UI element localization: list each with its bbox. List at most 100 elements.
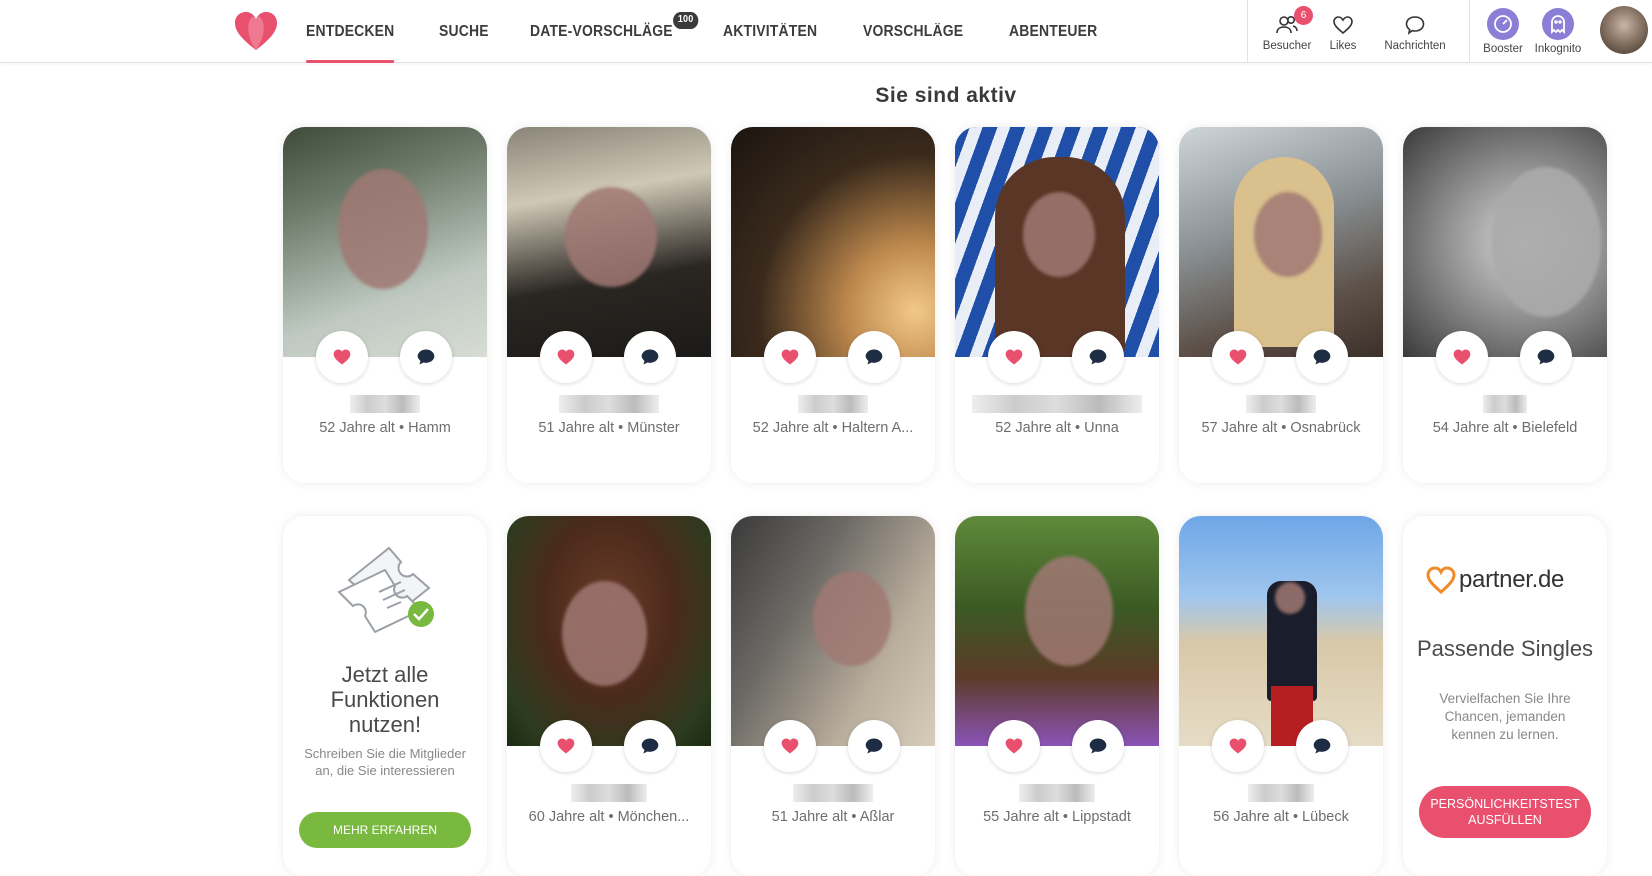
like-button[interactable] xyxy=(316,331,368,383)
name-blurred xyxy=(1179,395,1383,413)
profile-card[interactable]: 51 Jahre alt • Aßlar xyxy=(731,516,935,876)
heart-icon xyxy=(1005,738,1023,754)
profile-card[interactable]: 51 Jahre alt • Münster xyxy=(507,127,711,483)
heart-logo-icon[interactable] xyxy=(233,10,279,52)
likes-button[interactable]: Likes xyxy=(1326,0,1360,63)
nav-item-vorschlaege[interactable]: VORSCHLÄGE xyxy=(863,0,963,63)
profile-card[interactable]: 54 Jahre alt • Bielefeld xyxy=(1403,127,1607,483)
profile-photo[interactable] xyxy=(955,516,1159,746)
profile-card[interactable]: 52 Jahre alt • Hamm xyxy=(283,127,487,483)
partner-text: Vervielfachen Sie Ihre Chancen, jemanden… xyxy=(1439,691,1571,742)
section-title: Sie sind aktiv xyxy=(875,84,1017,107)
heart-icon xyxy=(557,349,575,365)
like-button[interactable] xyxy=(1436,331,1488,383)
name-blurred xyxy=(955,395,1159,413)
profile-photo[interactable] xyxy=(731,516,935,746)
booster-gauge-icon xyxy=(1487,8,1519,40)
like-button[interactable] xyxy=(1212,331,1264,383)
blurred-face xyxy=(1275,582,1305,614)
name-blurred xyxy=(507,784,711,802)
profile-photo[interactable] xyxy=(283,127,487,357)
message-button[interactable] xyxy=(624,720,676,772)
chat-bubble-icon xyxy=(865,349,883,365)
ghost-icon xyxy=(1542,8,1574,40)
profile-card[interactable]: 55 Jahre alt • Lippstadt xyxy=(955,516,1159,876)
message-button[interactable] xyxy=(1520,331,1572,383)
profile-info: 52 Jahre alt • Unna xyxy=(995,420,1119,436)
partner-ad-card[interactable]: partner.de Passende Singles Vervielfache… xyxy=(1403,516,1607,876)
message-button[interactable] xyxy=(624,331,676,383)
profile-photo[interactable] xyxy=(1179,127,1383,357)
profile-card[interactable]: 52 Jahre alt • Unna xyxy=(955,127,1159,483)
profile-photo[interactable] xyxy=(1179,516,1383,746)
heart-icon xyxy=(333,349,351,365)
blurred-face xyxy=(338,169,428,289)
message-button[interactable] xyxy=(1296,331,1348,383)
profile-card[interactable]: 60 Jahre alt • Mönchen... xyxy=(507,516,711,876)
mehr-erfahren-button[interactable]: MEHR ERFAHREN xyxy=(299,812,471,848)
chat-bubble-icon xyxy=(1313,349,1331,365)
nav-item-suche[interactable]: SUCHE xyxy=(439,0,489,63)
chat-bubble-icon xyxy=(641,349,659,365)
like-button[interactable] xyxy=(764,331,816,383)
persoenlichkeitstest-button[interactable]: PERSÖNLICHKEITSTEST AUSFÜLLEN xyxy=(1419,786,1591,838)
heart-icon xyxy=(1005,349,1023,365)
nachrichten-button[interactable]: Nachrichten xyxy=(1370,0,1460,63)
top-navigation-bar: ENTDECKEN SUCHE DATE-VORSCHLÄGE 100 AKTI… xyxy=(0,0,1652,63)
like-button[interactable] xyxy=(764,720,816,772)
profile-info: 51 Jahre alt • Münster xyxy=(538,420,680,436)
chat-bubble-icon xyxy=(1089,738,1107,754)
message-button[interactable] xyxy=(1072,331,1124,383)
blurred-face xyxy=(562,581,647,686)
likes-label: Likes xyxy=(1329,40,1357,52)
partner-brand: partner.de xyxy=(1459,566,1565,593)
booster-label: Booster xyxy=(1483,43,1523,55)
message-button[interactable] xyxy=(1072,720,1124,772)
profile-photo[interactable] xyxy=(1403,127,1607,357)
name-blurred xyxy=(731,784,935,802)
profile-photo[interactable] xyxy=(507,516,711,746)
message-button[interactable] xyxy=(1296,720,1348,772)
message-button[interactable] xyxy=(848,331,900,383)
promo-title-line1: Jetzt alle xyxy=(341,662,429,687)
profile-photo[interactable] xyxy=(955,127,1159,357)
name-blurred xyxy=(955,784,1159,802)
name-blurred xyxy=(1403,395,1607,413)
besucher-label: Besucher xyxy=(1262,40,1312,52)
profile-info: 52 Jahre alt • Hamm xyxy=(319,420,451,436)
heart-icon xyxy=(781,738,799,754)
profile-photo[interactable] xyxy=(507,127,711,357)
booster-button[interactable]: Booster xyxy=(1470,0,1536,63)
name-blurred xyxy=(507,395,711,413)
like-button[interactable] xyxy=(540,720,592,772)
profile-info: 54 Jahre alt • Bielefeld xyxy=(1432,420,1578,436)
like-button[interactable] xyxy=(540,331,592,383)
nav-item-date-vorschlaege[interactable]: DATE-VORSCHLÄGE 100 xyxy=(530,0,698,63)
nav-item-abenteuer[interactable]: ABENTEUER xyxy=(1009,0,1097,63)
blurred-face xyxy=(813,571,891,666)
profile-card[interactable]: 56 Jahre alt • Lübeck xyxy=(1179,516,1383,876)
profile-card[interactable]: 57 Jahre alt • Osnabrück xyxy=(1179,127,1383,483)
like-button[interactable] xyxy=(1212,720,1264,772)
promo-title-line3: nutzen! xyxy=(348,712,422,737)
besucher-button[interactable]: 6 Besucher xyxy=(1248,0,1326,63)
like-button[interactable] xyxy=(988,331,1040,383)
nav-item-entdecken[interactable]: ENTDECKEN xyxy=(306,0,395,63)
blurred-face xyxy=(1491,167,1601,317)
user-avatar[interactable] xyxy=(1600,6,1648,54)
blurred-face xyxy=(1025,556,1113,666)
name-blurred xyxy=(731,395,935,413)
profile-info: 52 Jahre alt • Haltern A... xyxy=(752,420,914,436)
heart-icon xyxy=(1229,738,1247,754)
promo-title-line2: Funktionen xyxy=(330,687,440,712)
message-button[interactable] xyxy=(400,331,452,383)
profile-info: 60 Jahre alt • Mönchen... xyxy=(528,809,690,825)
like-button[interactable] xyxy=(988,720,1040,772)
blurred-face xyxy=(1023,192,1095,277)
profile-photo[interactable] xyxy=(731,127,935,357)
inkognito-button[interactable]: Inkognito xyxy=(1535,0,1581,63)
profile-card[interactable]: 52 Jahre alt • Haltern A... xyxy=(731,127,935,483)
message-button[interactable] xyxy=(848,720,900,772)
nav-item-aktivitaeten[interactable]: AKTIVITÄTEN xyxy=(723,0,817,63)
date-count-badge: 100 xyxy=(672,12,698,29)
